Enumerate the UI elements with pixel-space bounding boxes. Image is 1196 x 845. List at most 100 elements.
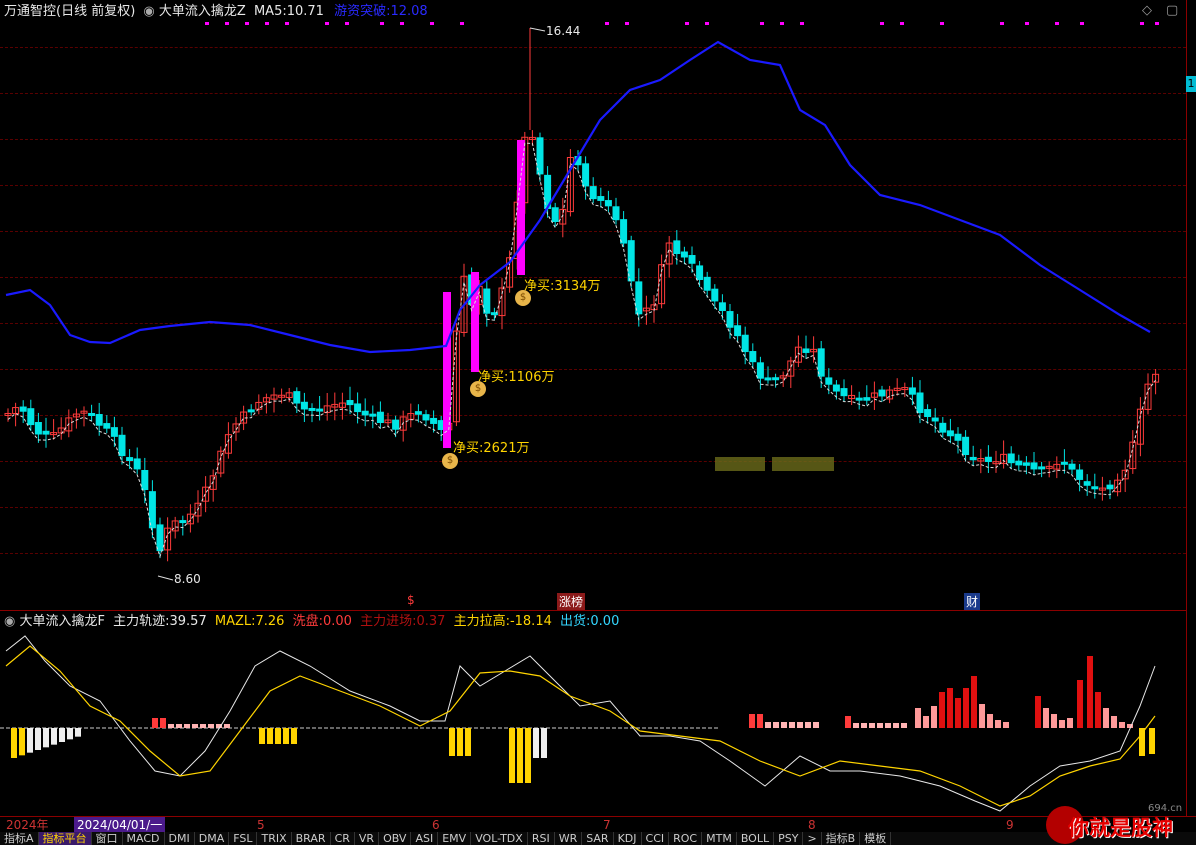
money-bag-icon[interactable]: $ <box>442 453 458 469</box>
candle-body <box>696 265 704 280</box>
tab-dma[interactable]: DMA <box>195 832 230 845</box>
flow-bar <box>224 724 230 728</box>
candle-body <box>308 407 316 411</box>
tab-trix[interactable]: TRIX <box>257 832 292 845</box>
high-pointer <box>529 27 546 32</box>
candle-body <box>855 397 863 401</box>
tab-template[interactable]: 模板 <box>860 832 892 845</box>
event-marker-s[interactable]: $ <box>407 593 415 607</box>
indicator-chart[interactable] <box>0 611 1186 816</box>
tab-cci[interactable]: CCI <box>642 832 670 845</box>
tab-fsl[interactable]: FSL <box>229 832 258 845</box>
breakout-candle <box>517 140 525 275</box>
year-label: 2024年 <box>6 818 49 832</box>
flow-bar <box>525 728 531 783</box>
candle-body <box>1076 469 1084 480</box>
money-bag-icon[interactable]: $ <box>470 381 486 397</box>
candle-body <box>962 436 970 456</box>
candle-body <box>612 206 620 221</box>
tab-kdj[interactable]: KDJ <box>614 832 642 845</box>
breakout-value: 12.08 <box>390 4 428 19</box>
diamond-icon[interactable]: ◇ <box>1142 3 1152 18</box>
signal-dot <box>900 22 904 25</box>
flow-bar <box>59 728 65 742</box>
tab-emv[interactable]: EMV <box>438 832 472 845</box>
signal-dot <box>880 22 884 25</box>
candle-body <box>840 388 848 397</box>
event-marker-zhangbang[interactable]: 涨榜 <box>557 593 586 610</box>
candle-body <box>376 411 384 424</box>
tab-macd[interactable]: MACD <box>123 832 165 845</box>
candle-body <box>247 409 255 413</box>
flow-bar <box>259 728 265 744</box>
money-bag-icon[interactable]: $ <box>515 290 531 306</box>
tab-psy[interactable]: PSY <box>774 832 804 845</box>
tab-indicator-platform[interactable]: 指标平台 <box>38 832 92 845</box>
tab-cr[interactable]: CR <box>331 832 355 845</box>
date-axis[interactable]: 2024年 2024/04/01/一 5 6 7 8 9 <box>0 816 1196 833</box>
tab-rsi[interactable]: RSI <box>528 832 555 845</box>
flow-bar <box>939 692 945 728</box>
tab-asi[interactable]: ASI <box>411 832 439 845</box>
month-label: 8 <box>808 818 816 832</box>
candle-body <box>726 311 734 328</box>
candle-body <box>148 491 156 529</box>
signal-dot <box>1140 22 1144 25</box>
candle-body <box>483 288 491 314</box>
tab-window[interactable]: 窗口 <box>92 832 123 845</box>
low-price-label: 8.60 <box>174 572 201 586</box>
flow-bar <box>947 688 953 728</box>
tab-brar[interactable]: BRAR <box>292 832 331 845</box>
flow-bar <box>1067 718 1073 728</box>
flow-bar <box>987 714 993 728</box>
tab-dmi[interactable]: DMI <box>165 832 195 845</box>
signal-dot <box>1155 22 1159 25</box>
tab-indicator-b[interactable]: 指标B <box>822 832 861 845</box>
indicator-name[interactable]: 大单流入擒龙Z <box>159 4 246 19</box>
tab-vol-tdx[interactable]: VOL-TDX <box>471 832 528 845</box>
flow-bar <box>995 720 1001 728</box>
signal-dot <box>430 22 434 25</box>
event-marker-finance[interactable]: 财 <box>964 593 981 610</box>
candle-body <box>34 422 42 435</box>
flow-bar <box>1149 728 1155 754</box>
candle-body <box>863 397 871 401</box>
stock-name[interactable]: 万通智控(日线 前复权) <box>4 4 135 19</box>
ship-label: 出货: <box>560 614 591 629</box>
expand-icon[interactable]: ▢ <box>1166 3 1178 18</box>
candle-body <box>703 276 711 291</box>
tab-mtm[interactable]: MTM <box>702 832 737 845</box>
indicator-settings-icon[interactable]: ◉ <box>4 614 15 629</box>
flow-bar <box>35 728 41 750</box>
candle-body <box>179 520 187 524</box>
tab-boll[interactable]: BOLL <box>737 832 775 845</box>
tab-sar[interactable]: SAR <box>582 832 614 845</box>
candle-body <box>756 362 764 379</box>
cursor-date[interactable]: 2024/04/01/一 <box>74 817 166 833</box>
price-chart[interactable] <box>0 0 1186 610</box>
candle-body <box>42 430 50 435</box>
tab-indicator-a[interactable]: 指标A <box>0 832 39 845</box>
candle-body <box>604 200 612 207</box>
blurred-region <box>715 457 765 471</box>
tab-vr[interactable]: VR <box>355 832 380 845</box>
candle-body <box>946 430 954 437</box>
tab-wr[interactable]: WR <box>555 832 583 845</box>
tab-obv[interactable]: OBV <box>379 832 412 845</box>
month-label: 6 <box>432 818 440 832</box>
candle-body <box>1007 453 1015 464</box>
sub-indicator-name[interactable]: 大单流入擒龙F <box>19 614 104 629</box>
candle-body <box>817 348 825 377</box>
signal-dot <box>760 22 764 25</box>
flow-bar <box>168 724 174 728</box>
watermark-text: 你就是股神 <box>1068 816 1173 840</box>
candle-body <box>931 417 939 422</box>
indicator-settings-icon[interactable]: ◉ <box>143 4 154 19</box>
flow-bar <box>192 724 198 728</box>
signal-dot <box>625 22 629 25</box>
tab-more[interactable]: > <box>803 832 822 845</box>
candle-body <box>95 414 103 426</box>
tab-roc[interactable]: ROC <box>669 832 703 845</box>
candle-body <box>832 384 840 392</box>
candle-body <box>673 240 681 255</box>
